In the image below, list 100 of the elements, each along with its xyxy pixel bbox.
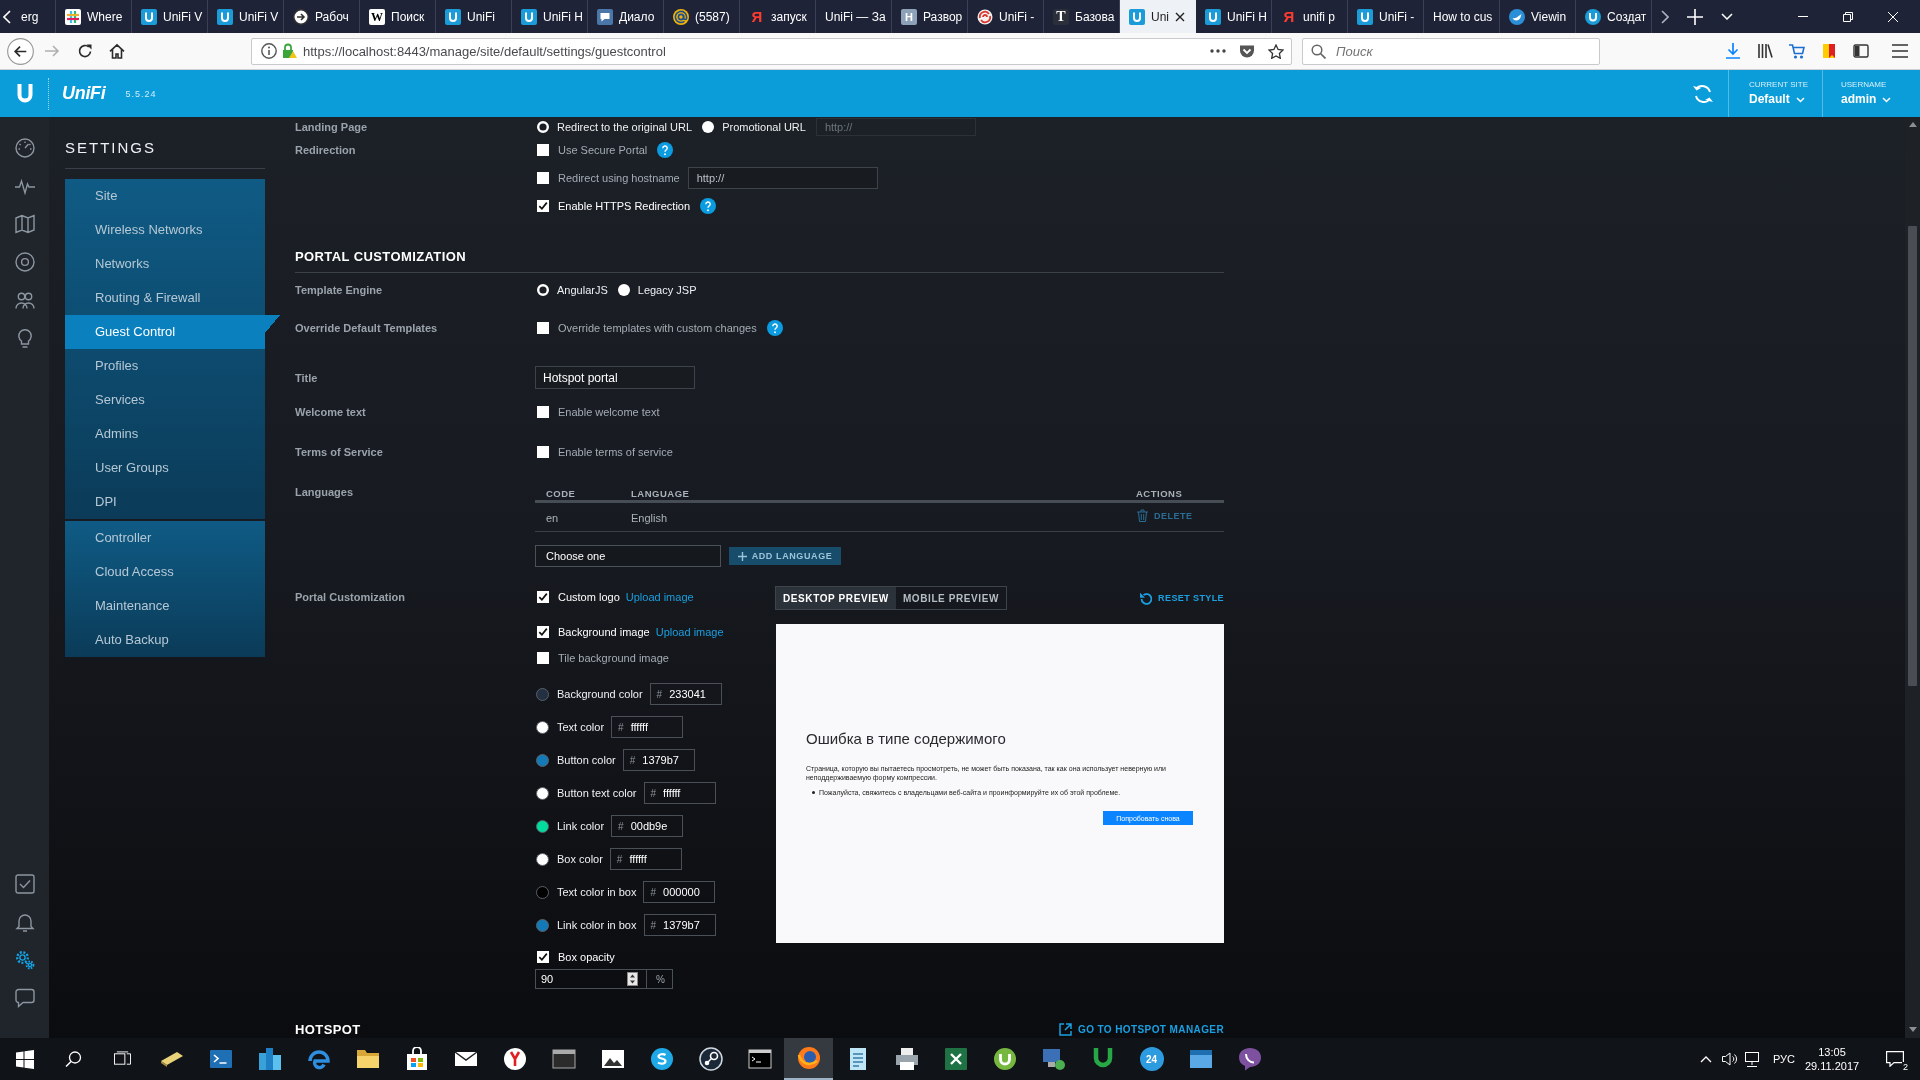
chevron-right-icon[interactable]: [1661, 9, 1669, 24]
checkbox[interactable]: [537, 144, 549, 156]
sidebar-item[interactable]: Profiles: [65, 349, 265, 383]
radio-button[interactable]: [617, 284, 630, 296]
color-field[interactable]: # 233041: [649, 683, 722, 705]
upload-link[interactable]: Upload image: [655, 626, 724, 638]
color-field[interactable]: # 000000: [643, 881, 716, 903]
bell-icon[interactable]: [14, 912, 35, 932]
back-icon[interactable]: [7, 37, 34, 65]
reload-icon[interactable]: [77, 43, 93, 59]
plus-icon[interactable]: [1687, 8, 1703, 25]
checkbox[interactable]: [537, 172, 549, 184]
chevron-up-icon[interactable]: [1699, 1055, 1712, 1063]
radio-button[interactable]: [702, 120, 715, 133]
settings-icon[interactable]: [14, 950, 35, 970]
reset-style-button[interactable]: RESET STYLE: [1139, 591, 1224, 605]
preview-tab[interactable]: MOBILE PREVIEW: [895, 587, 1007, 609]
color-swatch[interactable]: [536, 720, 549, 734]
opacity-field[interactable]: 90 %: [535, 969, 673, 989]
sidebar-item[interactable]: Cloud Access: [65, 555, 265, 589]
checkbox[interactable]: [537, 446, 549, 458]
taskbar-button[interactable]: [784, 1038, 833, 1080]
task-view-icon[interactable]: [114, 1051, 131, 1067]
color-swatch[interactable]: [536, 819, 549, 833]
home-icon[interactable]: [109, 43, 125, 59]
people-icon[interactable]: [14, 290, 35, 310]
upload-link[interactable]: Upload image: [625, 591, 694, 603]
star-icon[interactable]: [1268, 43, 1284, 59]
checkbox[interactable]: [537, 200, 549, 212]
windows-logo-icon[interactable]: [15, 1049, 34, 1069]
u-logo-icon[interactable]: [17, 83, 33, 104]
sidebar-item[interactable]: Controller: [65, 521, 265, 555]
scrollbar-thumb[interactable]: [1908, 226, 1917, 686]
target-icon[interactable]: [14, 252, 35, 272]
preview-tab[interactable]: DESKTOP PREVIEW: [776, 587, 896, 609]
clock[interactable]: 13:05 29.11.2017: [1800, 1045, 1864, 1073]
color-swatch[interactable]: [536, 918, 549, 932]
map-icon[interactable]: [14, 214, 35, 234]
checkbox[interactable]: [537, 652, 549, 664]
color-field[interactable]: # 00db9e: [611, 815, 684, 837]
checkbox[interactable]: [537, 626, 549, 638]
sidebar-item[interactable]: Networks: [65, 247, 265, 281]
pulse-icon[interactable]: [14, 176, 35, 196]
checklist-icon[interactable]: [14, 874, 35, 894]
sidebar-item[interactable]: Maintenance: [65, 589, 265, 623]
checkbox[interactable]: [537, 322, 549, 334]
color-swatch[interactable]: [536, 786, 549, 800]
menu-icon[interactable]: [1892, 43, 1908, 59]
color-field[interactable]: # 1379b7: [622, 749, 695, 771]
spinner-icon[interactable]: [627, 972, 639, 986]
sidebar-icon[interactable]: [1853, 43, 1869, 59]
checkbox[interactable]: [537, 951, 549, 963]
color-field[interactable]: # ffffff: [643, 782, 716, 804]
restore-icon[interactable]: [1843, 11, 1853, 22]
color-field[interactable]: # ffffff: [611, 716, 684, 738]
color-swatch[interactable]: [536, 885, 549, 899]
sidebar-item[interactable]: Wireless Networks: [65, 213, 265, 247]
help-icon[interactable]: [766, 320, 783, 336]
help-icon[interactable]: [700, 198, 717, 214]
sidebar-item[interactable]: Routing & Firewall: [65, 281, 265, 315]
input-language[interactable]: РУС: [1772, 1053, 1795, 1065]
color-field[interactable]: # ffffff: [609, 848, 682, 870]
close-icon[interactable]: [1175, 11, 1185, 22]
sidebar-item[interactable]: Auto Backup: [65, 623, 265, 657]
language-select[interactable]: Choose one: [535, 545, 721, 567]
network-icon[interactable]: [1743, 1051, 1760, 1067]
gauge-icon[interactable]: [14, 138, 35, 158]
search-icon[interactable]: [65, 1051, 82, 1067]
checkbox[interactable]: [537, 406, 549, 418]
library-icon[interactable]: [1757, 43, 1773, 59]
pocket-icon[interactable]: [1239, 43, 1255, 59]
scroll-up-icon[interactable]: [1908, 122, 1917, 127]
speaker-icon[interactable]: [1721, 1051, 1738, 1067]
hotspot-manager-link[interactable]: GO TO HOTSPOT MANAGER: [1059, 1022, 1224, 1036]
speech-bubble-icon[interactable]: [14, 988, 35, 1008]
chevron-down-icon[interactable]: [1721, 13, 1733, 20]
browser-tab[interactable]: Uni: [1120, 0, 1196, 33]
sidebar-item[interactable]: User Groups: [65, 451, 265, 485]
sync-icon[interactable]: [1692, 83, 1714, 104]
sidebar-item[interactable]: Services: [65, 383, 265, 417]
hostname-field[interactable]: http://: [687, 167, 878, 189]
color-swatch[interactable]: [536, 852, 549, 866]
more-dots-icon[interactable]: [1210, 49, 1226, 53]
info-icon[interactable]: [261, 43, 277, 59]
color-swatch[interactable]: [536, 753, 549, 767]
download-icon[interactable]: [1725, 43, 1741, 59]
flag-icon[interactable]: [1821, 43, 1837, 59]
search-field[interactable]: Поиск: [1302, 37, 1600, 65]
address-field[interactable]: https://localhost:8443/manage/site/default/settings/guestcontrol: [251, 37, 1292, 65]
color-swatch[interactable]: [536, 687, 549, 701]
help-icon[interactable]: [657, 142, 674, 158]
radio-button[interactable]: [537, 284, 549, 296]
sidebar-item[interactable]: Admins: [65, 417, 265, 451]
chevron-left-icon[interactable]: [3, 9, 11, 24]
sidebar-item[interactable]: Guest Control: [65, 315, 280, 349]
sidebar-item[interactable]: Site: [65, 179, 265, 213]
radio-button[interactable]: [537, 120, 549, 133]
title-field[interactable]: Hotspot portal: [535, 366, 695, 389]
checkbox[interactable]: [537, 591, 549, 603]
scroll-down-icon[interactable]: [1908, 1027, 1917, 1032]
